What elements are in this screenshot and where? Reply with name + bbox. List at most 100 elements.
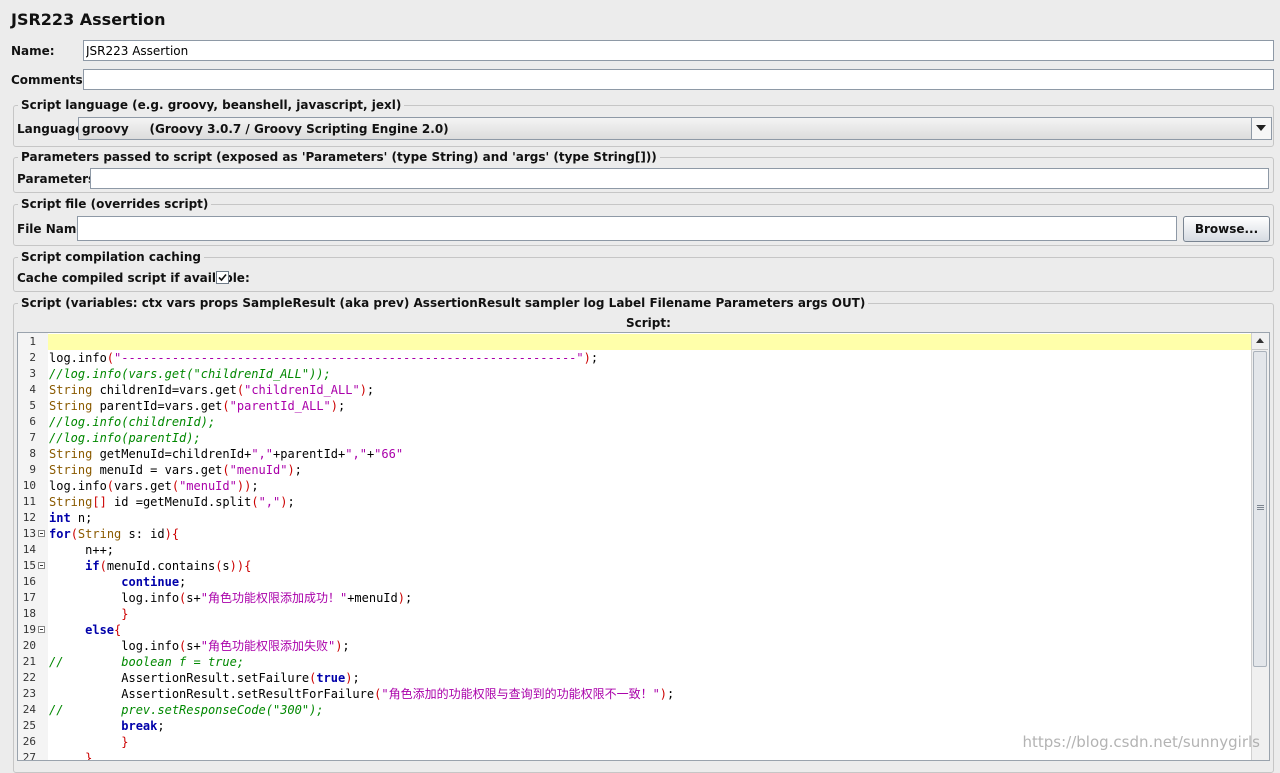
code-text: String menuId = vars.get("menuId"); <box>49 463 302 477</box>
code-text: if(menuId.contains(s)){ <box>85 559 252 573</box>
code-text: String parentId=vars.get("parentId_ALL")… <box>49 399 346 413</box>
code-line[interactable]: 25 break; <box>18 718 1252 734</box>
line-number: 12 <box>22 511 36 524</box>
code-text: for(String s: id){ <box>49 527 180 541</box>
script-language-group-title: Script language (e.g. groovy, beanshell,… <box>18 98 405 112</box>
browse-button[interactable]: Browse... <box>1183 216 1270 242</box>
code-line[interactable]: 3 //log.info(vars.get("childrenId_ALL")); <box>18 366 1252 382</box>
file-name-input[interactable] <box>77 216 1177 241</box>
line-number: 24 <box>22 703 36 716</box>
vertical-scrollbar[interactable] <box>1251 333 1269 760</box>
code-line[interactable]: 9 String menuId = vars.get("menuId"); <box>18 462 1252 478</box>
line-number: 20 <box>22 639 36 652</box>
code-text: n++; <box>49 543 115 557</box>
code-line[interactable]: 27 } <box>18 750 1252 761</box>
code-text: AssertionResult.setResultForFailure("角色添… <box>49 687 675 701</box>
parameters-group-title: Parameters passed to script (exposed as … <box>18 150 660 164</box>
line-number: 25 <box>22 719 36 732</box>
code-line[interactable]: 5 String parentId=vars.get("parentId_ALL"… <box>18 398 1252 414</box>
line-number: 9 <box>29 463 36 476</box>
code-text: //log.info(parentId); <box>49 431 201 445</box>
code-text: //log.info(childrenId); <box>49 415 216 429</box>
code-text: continue; <box>121 575 187 589</box>
code-text: log.info(vars.get("menuId")); <box>49 479 259 493</box>
code-text: } <box>85 751 93 761</box>
code-text: AssertionResult.setFailure(true); <box>49 671 360 685</box>
code-text: log.info(s+"角色功能权限添加失败"); <box>49 639 350 653</box>
arrow-up-icon <box>1256 338 1264 343</box>
line-number: 17 <box>22 591 36 604</box>
checkmark-icon <box>218 273 227 282</box>
code-line[interactable]: 20 log.info(s+"角色功能权限添加失败"); <box>18 638 1252 654</box>
line-number: 19 <box>22 623 36 636</box>
code-line[interactable]: 18 } <box>18 606 1252 622</box>
code-line[interactable]: 6 //log.info(childrenId); <box>18 414 1252 430</box>
code-line[interactable]: 17 log.info(s+"角色功能权限添加成功！"+menuId); <box>18 590 1252 606</box>
line-number: 26 <box>22 735 36 748</box>
code-text: else{ <box>85 623 122 637</box>
code-text: } <box>121 735 129 749</box>
line-number: 11 <box>22 495 36 508</box>
line-number: 14 <box>22 543 36 556</box>
line-number: 16 <box>22 575 36 588</box>
cache-checkbox[interactable] <box>216 271 229 284</box>
line-number: 1 <box>29 335 36 348</box>
parameters-label: Parameters: <box>17 172 100 186</box>
chevron-down-icon[interactable] <box>1251 118 1271 139</box>
watermark-text: https://blog.csdn.net/sunnygirls <box>1022 733 1260 751</box>
line-number: 22 <box>22 671 36 684</box>
line-number: 13 <box>22 527 36 540</box>
code-line[interactable]: 24 // prev.setResponseCode("300"); <box>18 702 1252 718</box>
cache-label: Cache compiled script if available: <box>17 271 250 285</box>
code-line[interactable]: 16 continue; <box>18 574 1252 590</box>
script-group-title: Script (variables: ctx vars props Sample… <box>18 296 869 310</box>
code-line[interactable]: 15 if(menuId.contains(s)){ <box>18 558 1252 574</box>
line-number: 18 <box>22 607 36 620</box>
script-header: Script: <box>626 316 671 330</box>
comments-input[interactable] <box>83 69 1274 90</box>
line-number: 4 <box>29 383 36 396</box>
line-number: 7 <box>29 431 36 444</box>
code-line[interactable]: 22 AssertionResult.setFailure(true); <box>18 670 1252 686</box>
fold-collapse-icon[interactable] <box>38 562 45 569</box>
code-text: // prev.setResponseCode("300"); <box>49 703 324 717</box>
name-input[interactable] <box>83 40 1274 61</box>
code-text: // boolean f = true; <box>49 655 245 669</box>
code-line[interactable]: 12 int n; <box>18 510 1252 526</box>
code-text: break; <box>121 719 165 733</box>
code-line[interactable]: 19 else{ <box>18 622 1252 638</box>
code-line[interactable]: 13 for(String s: id){ <box>18 526 1252 542</box>
parameters-input[interactable] <box>90 168 1269 189</box>
line-number: 8 <box>29 447 36 460</box>
code-line[interactable]: 8 String getMenuId=childrenId+","+parentI… <box>18 446 1252 462</box>
code-line[interactable]: 23 AssertionResult.setResultForFailure("… <box>18 686 1252 702</box>
line-number: 5 <box>29 399 36 412</box>
line-number: 3 <box>29 367 36 380</box>
line-number: 15 <box>22 559 36 572</box>
code-line[interactable]: 11 String[] id =getMenuId.split(","); <box>18 494 1252 510</box>
code-line[interactable]: 21 // boolean f = true; <box>18 654 1252 670</box>
code-text: log.info("------------------------------… <box>49 351 599 365</box>
panel-title: JSR223 Assertion <box>11 10 166 29</box>
code-line[interactable]: 1 <box>18 334 1252 350</box>
code-line[interactable]: 14 n++; <box>18 542 1252 558</box>
scroll-up-button[interactable] <box>1252 333 1268 350</box>
script-editor[interactable]: 1 2 log.info("----------------------------… <box>17 332 1270 761</box>
caching-group-title: Script compilation caching <box>18 250 204 264</box>
code-text: } <box>121 607 129 621</box>
line-number: 21 <box>22 655 36 668</box>
code-line[interactable]: 7 //log.info(parentId); <box>18 430 1252 446</box>
language-selected-value: groovy (Groovy 3.0.7 / Groovy Scripting … <box>82 122 449 136</box>
language-select[interactable]: groovy (Groovy 3.0.7 / Groovy Scripting … <box>78 117 1272 140</box>
code-text: log.info(s+"角色功能权限添加成功！"+menuId); <box>49 591 413 605</box>
code-text: String getMenuId=childrenId+","+parentId… <box>49 447 404 461</box>
line-number: 10 <box>22 479 36 492</box>
scroll-thumb[interactable] <box>1253 351 1267 667</box>
code-line[interactable]: 4 String childrenId=vars.get("childrenId_… <box>18 382 1252 398</box>
fold-collapse-icon[interactable] <box>38 626 45 633</box>
fold-collapse-icon[interactable] <box>38 530 45 537</box>
code-line[interactable]: 2 log.info("-----------------------------… <box>18 350 1252 366</box>
code-line[interactable]: 10 log.info(vars.get("menuId")); <box>18 478 1252 494</box>
line-number: 6 <box>29 415 36 428</box>
line-number: 23 <box>22 687 36 700</box>
